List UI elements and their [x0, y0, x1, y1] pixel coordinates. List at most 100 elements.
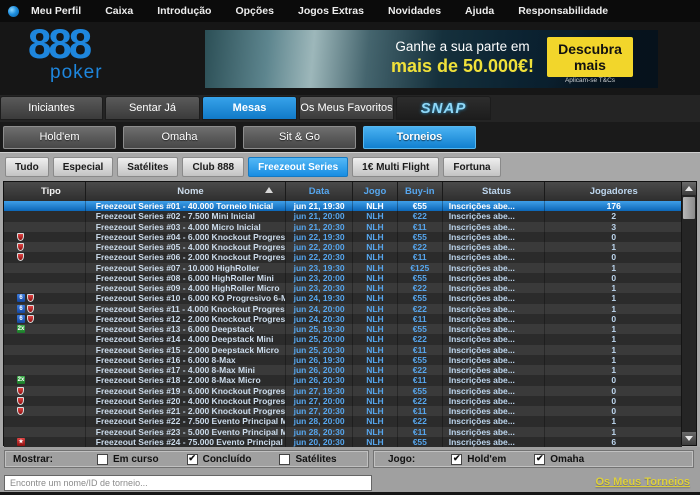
checkbox-item-conclu-do[interactable]: Concluído — [186, 453, 251, 465]
scroll-up-button[interactable] — [682, 182, 696, 195]
menu-item-introdu-o[interactable]: Introdução — [157, 5, 211, 17]
tournament-row[interactable]: ★ Freezeout Series #24 - 75.000 Evento Pr… — [4, 436, 682, 447]
tournament-row[interactable]: Freezeout Series #09 - 4.000 HighRoller … — [4, 283, 682, 294]
column-header-status[interactable]: Status — [443, 182, 546, 201]
six-max-icon: 6 — [17, 304, 25, 313]
menu-item-meu-perfil[interactable]: Meu Perfil — [31, 5, 81, 17]
tournament-game: NLH — [353, 201, 398, 212]
tournament-row[interactable]: 2x Freezeout Series #13 - 6.000 Deepstack… — [4, 324, 682, 335]
banner-cta-button[interactable]: Descubra mais — [547, 37, 633, 77]
tournament-row[interactable]: Freezeout Series #22 - 7.500 Evento Prin… — [4, 416, 682, 427]
menu-items: Meu Perfil Caixa Introdução Opções Jogos Ext… — [31, 5, 608, 17]
knockout-bounty-icon — [27, 304, 34, 313]
tournament-date: jun 28, 20:00 — [286, 416, 353, 427]
tab-os-meus-favoritos[interactable]: Os Meus Favoritos — [299, 96, 394, 120]
my-tournaments-link[interactable]: Os Meus Torneios — [595, 476, 690, 488]
game-tab-sit-go[interactable]: Sit & Go — [243, 125, 356, 149]
tournament-name: Freezeout Series #04 - 6.000 Knockout Pr… — [86, 231, 287, 242]
checkbox-item-em-curso[interactable]: Em curso — [97, 453, 159, 465]
tab-sentar-j[interactable]: Sentar Já — [105, 96, 200, 120]
tournament-date: jun 22, 20:00 — [286, 242, 353, 253]
tipo-cell — [4, 395, 86, 406]
menu-item-jogos-extras[interactable]: Jogos Extras — [298, 5, 364, 17]
tournament-row[interactable]: Freezeout Series #07 - 10.000 HighRoller… — [4, 262, 682, 273]
tournament-date: jun 22, 19:30 — [286, 231, 353, 242]
filter-freezeout-series[interactable]: Freezeout Series — [248, 157, 349, 177]
checkbox-conclu-do[interactable] — [186, 453, 198, 465]
tab-iniciantes[interactable]: Iniciantes — [0, 96, 103, 120]
tournament-date: jun 25, 20:30 — [286, 344, 353, 355]
checkbox-item-sat-lites[interactable]: Satélites — [279, 453, 337, 465]
checkbox-label-hold-em: Hold'em — [467, 453, 507, 465]
tournament-buyin: €55 — [398, 385, 443, 396]
filter-fortuna[interactable]: Fortuna — [443, 157, 501, 177]
column-header-jogo[interactable]: Jogo — [353, 182, 398, 201]
game-tab-hold-em[interactable]: Hold'em — [3, 125, 116, 149]
tournament-players: 176 — [606, 201, 621, 211]
tournament-row[interactable]: Freezeout Series #23 - 5.000 Evento Prin… — [4, 426, 682, 437]
checkbox-hold-em[interactable] — [451, 453, 463, 465]
knockout-bounty-icon — [17, 243, 24, 252]
tournament-row[interactable]: Freezeout Series #03 - 4.000 Micro Inici… — [4, 221, 682, 232]
tournament-buyin: €11 — [398, 313, 443, 324]
tournament-row[interactable]: 2x Freezeout Series #18 - 2.000 8-Max Mic… — [4, 375, 682, 386]
tournament-game: NLH — [353, 375, 398, 386]
game-tab-torneios[interactable]: Torneios — [363, 125, 476, 149]
tipo-cell — [4, 252, 86, 263]
tournament-status: Inscrições abe... — [443, 252, 546, 263]
tournament-row[interactable]: 6 Freezeout Series #11 - 4.000 Knockout P… — [4, 303, 682, 314]
column-header-jogadores[interactable]: Jogadores — [545, 182, 682, 201]
checkbox-em-curso[interactable] — [97, 453, 109, 465]
checkbox-item-omaha[interactable]: Omaha — [534, 453, 584, 465]
menu-item-caixa[interactable]: Caixa — [105, 5, 133, 17]
tournament-row[interactable]: Freezeout Series #14 - 4.000 Deepstack M… — [4, 334, 682, 345]
filter-1-multi-flight[interactable]: 1€ Multi Flight — [352, 157, 440, 177]
tournament-row[interactable]: Freezeout Series #16 - 6.000 8-Max jun 26… — [4, 354, 682, 365]
tournament-row[interactable]: Freezeout Series #17 - 4.000 8-Max Mini j… — [4, 365, 682, 376]
filter-sat-lites[interactable]: Satélites — [117, 157, 179, 177]
column-header-buy-in[interactable]: Buy-in — [398, 182, 443, 201]
checkbox-item-hold-em[interactable]: Hold'em — [451, 453, 507, 465]
vertical-scrollbar[interactable] — [681, 182, 696, 445]
tournament-row[interactable]: Freezeout Series #04 - 6.000 Knockout Pr… — [4, 231, 682, 242]
column-header-nome[interactable]: Nome — [86, 182, 287, 201]
tab-mesas[interactable]: Mesas — [202, 96, 297, 120]
filter-club-888[interactable]: Club 888 — [182, 157, 245, 177]
filter-especial[interactable]: Especial — [52, 157, 114, 177]
tournament-row[interactable]: Freezeout Series #21 - 2.000 Knockout Pr… — [4, 406, 682, 417]
game-tab-omaha[interactable]: Omaha — [123, 125, 236, 149]
tipo-cell: 2x — [4, 324, 86, 335]
tournament-game: NLH — [353, 272, 398, 283]
menu-item-op-es[interactable]: Opções — [235, 5, 274, 17]
tournament-row[interactable]: Freezeout Series #01 - 40.000 Torneio In… — [4, 201, 682, 212]
checkbox-omaha[interactable] — [534, 453, 546, 465]
menu-item-responsabilidade[interactable]: Responsabilidade — [518, 5, 608, 17]
app-icon[interactable] — [8, 5, 19, 17]
tournament-row[interactable]: Freezeout Series #05 - 4.000 Knockout Pr… — [4, 242, 682, 253]
tournament-players: 1 — [611, 354, 617, 365]
filter-tudo[interactable]: Tudo — [5, 157, 49, 177]
tab-snap[interactable]: SNAP — [396, 96, 491, 120]
tournament-players: 1 — [611, 324, 617, 334]
tournament-search-input[interactable] — [4, 475, 372, 491]
scroll-down-button[interactable] — [682, 432, 696, 445]
tournament-row[interactable]: Freezeout Series #15 - 2.000 Deepstack M… — [4, 344, 682, 355]
brand-logo: 888 poker — [28, 23, 178, 84]
tournament-row[interactable]: 6 Freezeout Series #12 - 2.000 Knockout P… — [4, 313, 682, 324]
tournament-row[interactable]: Freezeout Series #02 - 7.500 Mini Inicia… — [4, 211, 682, 222]
tournament-row[interactable]: Freezeout Series #20 - 4.000 Knockout Pr… — [4, 395, 682, 406]
tournament-status: Inscrições abe... — [443, 365, 546, 376]
jogo-label: Jogo: — [388, 453, 416, 465]
column-header-data[interactable]: Data — [286, 182, 353, 201]
menu-item-novidades[interactable]: Novidades — [388, 5, 441, 17]
tournament-row[interactable]: Freezeout Series #19 - 6.000 Knockout Pr… — [4, 385, 682, 396]
checkbox-sat-lites[interactable] — [279, 453, 291, 465]
arrow-down-icon — [685, 436, 693, 441]
scrollbar-thumb[interactable] — [683, 197, 695, 219]
column-header-tipo[interactable]: Tipo — [4, 182, 86, 201]
tournament-row[interactable]: 6 Freezeout Series #10 - 6.000 KO Progres… — [4, 293, 682, 304]
tournament-row[interactable]: Freezeout Series #06 - 2.000 Knockout Pr… — [4, 252, 682, 263]
menu-item-ajuda[interactable]: Ajuda — [465, 5, 494, 17]
promo-banner[interactable]: Ganhe a sua parte em mais de 50.000€! De… — [205, 30, 658, 88]
tournament-row[interactable]: Freezeout Series #08 - 6.000 HighRoller … — [4, 272, 682, 283]
